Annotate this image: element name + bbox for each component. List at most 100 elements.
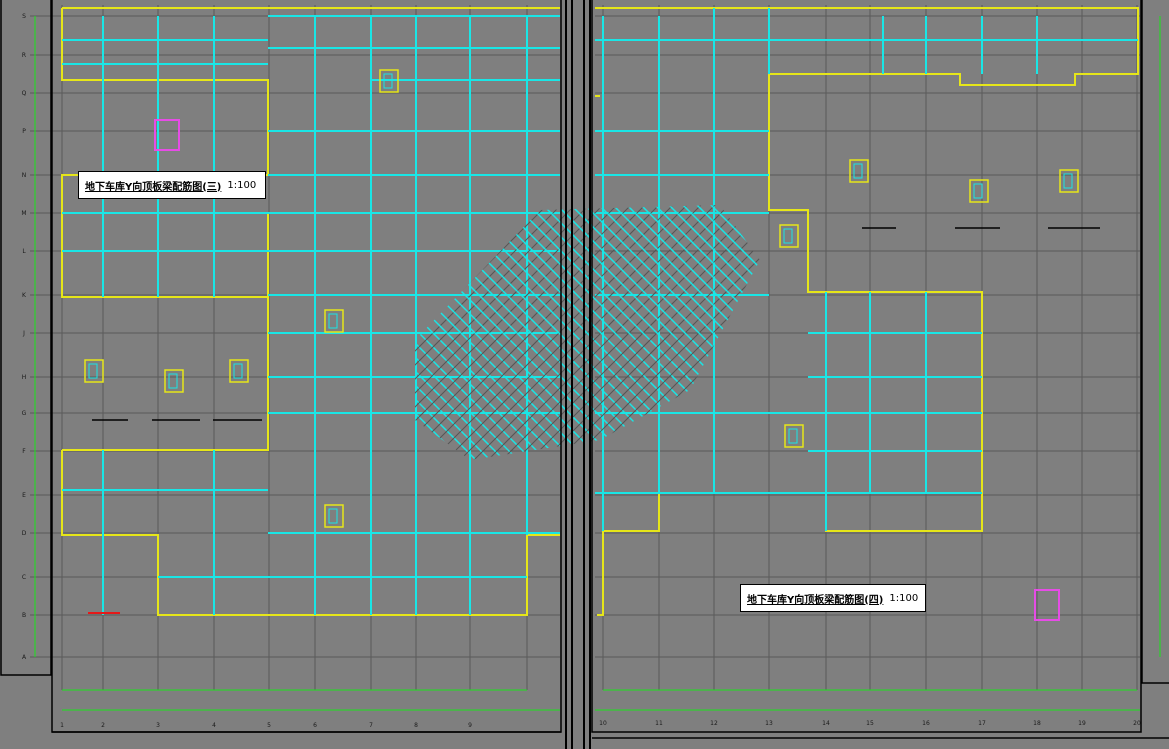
- hatch-line: [0, 200, 118, 480]
- section-detail: [229, 359, 249, 383]
- axis-label-side: H: [22, 374, 27, 381]
- axis-label-side: G: [22, 410, 27, 417]
- hatch-line: [705, 205, 760, 460]
- hatch-line: [846, 200, 1126, 480]
- section-detail: [784, 424, 804, 448]
- hatch-line: [0, 200, 76, 480]
- hatch-line: [48, 200, 328, 480]
- axis-label-side: Q: [22, 90, 27, 97]
- section-detail-core: [168, 373, 178, 389]
- hatch-line: [0, 200, 90, 480]
- hatch-line: [0, 200, 90, 480]
- axis-label-bottom-right: 16: [922, 720, 930, 727]
- axis-label-bottom-left: 7: [369, 722, 373, 729]
- hatch-line: [0, 200, 216, 480]
- hatch-line: [118, 200, 398, 480]
- hatch-line: [0, 200, 146, 480]
- axis-label-bottom-left: 6: [313, 722, 317, 729]
- axis-label-side: P: [22, 128, 26, 135]
- hatch-line: [0, 200, 20, 480]
- hatch-line: [0, 200, 202, 480]
- axis-label-bottom-left: 9: [468, 722, 472, 729]
- slab-edge-left-upper: [61, 8, 269, 298]
- hatch-line: [0, 200, 118, 480]
- axis-label-side: K: [22, 292, 27, 299]
- axis-label-side: D: [22, 530, 27, 537]
- axis-label-bottom-left: 8: [414, 722, 418, 729]
- axis-label-bottom-right: 12: [710, 720, 718, 727]
- section-detail: [1059, 169, 1079, 193]
- axis-label-bottom-right: 10: [599, 720, 607, 727]
- hatch-line: [762, 200, 1042, 480]
- cad-drawing-canvas: 1 2 3 4 5 6 7 8 9 10 11 12 13 14 15 16 17 18 19 20SRQPNMLKJ…: [0, 0, 1169, 749]
- axis-label-bottom-right: 14: [822, 720, 830, 727]
- hatch-line: [90, 200, 370, 480]
- hatch-line: [415, 205, 427, 460]
- axis-label-bottom-left: 5: [267, 722, 271, 729]
- hatch-line: [832, 200, 1112, 480]
- hatch-line: [0, 200, 188, 480]
- hatch-line: [0, 200, 146, 480]
- section-detail-core: [788, 428, 798, 444]
- hatch-line: [90, 200, 370, 480]
- axis-strip-right: [1141, 0, 1169, 684]
- hatch-line: [0, 200, 132, 480]
- drawing-title-left: 地下车库Y向顶板梁配筋图(三) 1:100: [78, 171, 266, 199]
- hatch-line: [0, 200, 48, 480]
- hatch-line: [804, 200, 1084, 480]
- axis-label-side: E: [22, 492, 26, 499]
- axis-label-bottom-right: 17: [978, 720, 986, 727]
- title-left-scale: 1:100: [227, 179, 257, 191]
- hatch-line: [415, 205, 441, 460]
- axis-label-bottom-right: 19: [1078, 720, 1086, 727]
- axis-label-side: M: [21, 210, 26, 217]
- hatch-line: [818, 200, 1098, 480]
- axis-label-bottom-right: 20: [1133, 720, 1141, 727]
- hatch-line: [733, 205, 760, 460]
- section-detail: [324, 309, 344, 333]
- section-detail: [969, 179, 989, 203]
- hatch-line: [762, 200, 1042, 480]
- section-detail: [849, 159, 869, 183]
- hatch-line: [691, 205, 760, 460]
- title-left-main: 地下车库Y向顶板梁配筋图(三): [85, 181, 222, 193]
- section-detail: [164, 369, 184, 393]
- hatch-line: [677, 205, 760, 460]
- title-right-main: 地下车库Y向顶板梁配筋图(四): [747, 594, 884, 606]
- axis-label-bottom-right: 15: [866, 720, 874, 727]
- hatch-line: [0, 200, 258, 480]
- hatch-line: [0, 200, 258, 480]
- slab-outline: [61, 7, 1139, 616]
- hatch-line: [804, 200, 1084, 480]
- axis-label-side: L: [22, 248, 26, 255]
- hatch-line: [104, 200, 384, 480]
- axis-label-bottom-right: 13: [765, 720, 773, 727]
- section-detail-core: [1063, 173, 1073, 189]
- hatch-line: [118, 200, 398, 480]
- hatch-line: [0, 200, 174, 480]
- section-detail-core: [328, 508, 338, 524]
- axis-label-side: R: [22, 52, 26, 59]
- hatch-line: [0, 200, 216, 480]
- drawing-title-right: 地下车库Y向顶板梁配筋图(四) 1:100: [740, 584, 926, 612]
- sheet-frame-right: [591, 0, 1142, 733]
- axis-label-bottom-left: 2: [101, 722, 105, 729]
- hatch-line: [0, 200, 48, 480]
- hatch-line: [0, 200, 188, 480]
- axis-label-side: C: [22, 574, 26, 581]
- hatch-line: [733, 205, 760, 460]
- hatch-line: [415, 205, 441, 460]
- section-detail-core: [783, 228, 793, 244]
- hatch-line: [0, 200, 174, 480]
- axis-label-bottom-left: 3: [156, 722, 160, 729]
- hatch-line: [790, 200, 1070, 480]
- hatch-line: [705, 205, 760, 460]
- axis-label-side: J: [22, 330, 25, 337]
- axis-label-side: N: [22, 172, 27, 179]
- section-detail: [779, 224, 799, 248]
- section-detail: [84, 359, 104, 383]
- axis-label-bottom-right: 18: [1033, 720, 1041, 727]
- axis-label-side: S: [22, 13, 26, 20]
- hatch-line: [0, 200, 76, 480]
- beam-network: [62, 8, 1138, 615]
